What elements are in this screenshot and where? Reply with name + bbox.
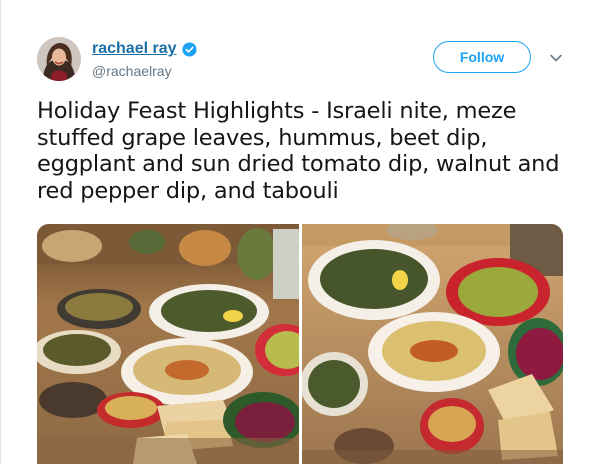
tweet-card: rachael ray @rachaelray Follow Holiday F… bbox=[0, 0, 600, 464]
author-handle[interactable]: @rachaelray bbox=[92, 63, 172, 79]
author-display-name: rachael ray bbox=[92, 40, 177, 57]
follow-button[interactable]: Follow bbox=[433, 41, 531, 73]
tweet-text: Holiday Feast Highlights - Israeli nite,… bbox=[37, 98, 560, 204]
tweet-photo-right[interactable] bbox=[302, 224, 563, 464]
meze-closeup-photo bbox=[302, 224, 563, 464]
author-name-link[interactable]: rachael ray bbox=[92, 40, 197, 58]
author-avatar[interactable] bbox=[37, 37, 81, 81]
verified-badge-icon bbox=[181, 41, 197, 57]
meze-spread-photo bbox=[37, 224, 299, 464]
chevron-down-icon[interactable] bbox=[549, 51, 563, 65]
tweet-photo-left[interactable] bbox=[37, 224, 299, 464]
avatar-photo-icon bbox=[37, 37, 81, 81]
